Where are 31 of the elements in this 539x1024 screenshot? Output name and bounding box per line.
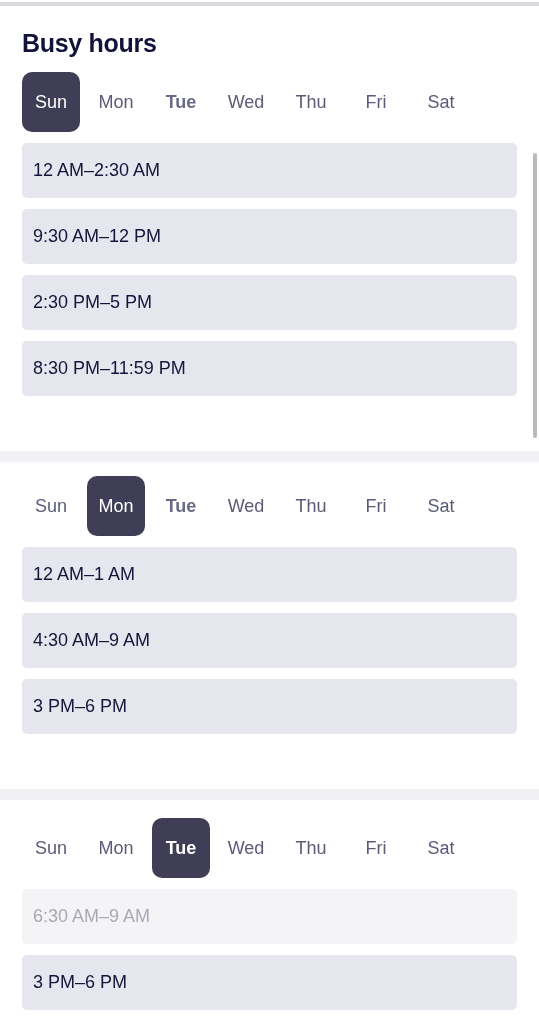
day-tab[interactable]: Mon bbox=[87, 72, 145, 132]
day-tab[interactable]: Fri bbox=[347, 476, 405, 536]
time-slot[interactable]: 8:30 PM–11:59 PM bbox=[22, 341, 517, 396]
day-tab[interactable]: Sat bbox=[412, 476, 470, 536]
time-slot[interactable]: 12 AM–2:30 AM bbox=[22, 143, 517, 198]
day-tab[interactable]: Sun bbox=[22, 72, 80, 132]
day-tab[interactable]: Wed bbox=[217, 72, 275, 132]
day-tab[interactable]: Tue bbox=[152, 476, 210, 536]
day-tab[interactable]: Tue bbox=[152, 72, 210, 132]
day-tab[interactable]: Sun bbox=[22, 818, 80, 878]
day-tab[interactable]: Thu bbox=[282, 476, 340, 536]
page-title: Busy hours bbox=[22, 28, 158, 58]
day-tab[interactable]: Thu bbox=[282, 72, 340, 132]
day-tab[interactable]: Mon bbox=[87, 476, 145, 536]
day-tab[interactable]: Tue bbox=[152, 818, 210, 878]
time-slot[interactable]: 4:30 AM–9 AM bbox=[22, 613, 517, 668]
day-tab[interactable]: Mon bbox=[87, 818, 145, 878]
time-slot[interactable]: 3 PM–6 PM bbox=[22, 679, 517, 734]
day-tab[interactable]: Sun bbox=[22, 476, 80, 536]
time-slot[interactable]: 3 PM–6 PM bbox=[22, 955, 517, 1010]
time-slot[interactable]: 2:30 PM–5 PM bbox=[22, 275, 517, 330]
day-tab[interactable]: Fri bbox=[347, 72, 405, 132]
scrollbar[interactable] bbox=[533, 153, 537, 438]
day-tab[interactable]: Fri bbox=[347, 818, 405, 878]
time-slot[interactable]: 9:30 AM–12 PM bbox=[22, 209, 517, 264]
day-tab[interactable]: Sat bbox=[412, 72, 470, 132]
day-tab[interactable]: Wed bbox=[217, 476, 275, 536]
time-slot[interactable]: 12 AM–1 AM bbox=[22, 547, 517, 602]
day-tab[interactable]: Wed bbox=[217, 818, 275, 878]
day-tab[interactable]: Sat bbox=[412, 818, 470, 878]
day-tab[interactable]: Thu bbox=[282, 818, 340, 878]
